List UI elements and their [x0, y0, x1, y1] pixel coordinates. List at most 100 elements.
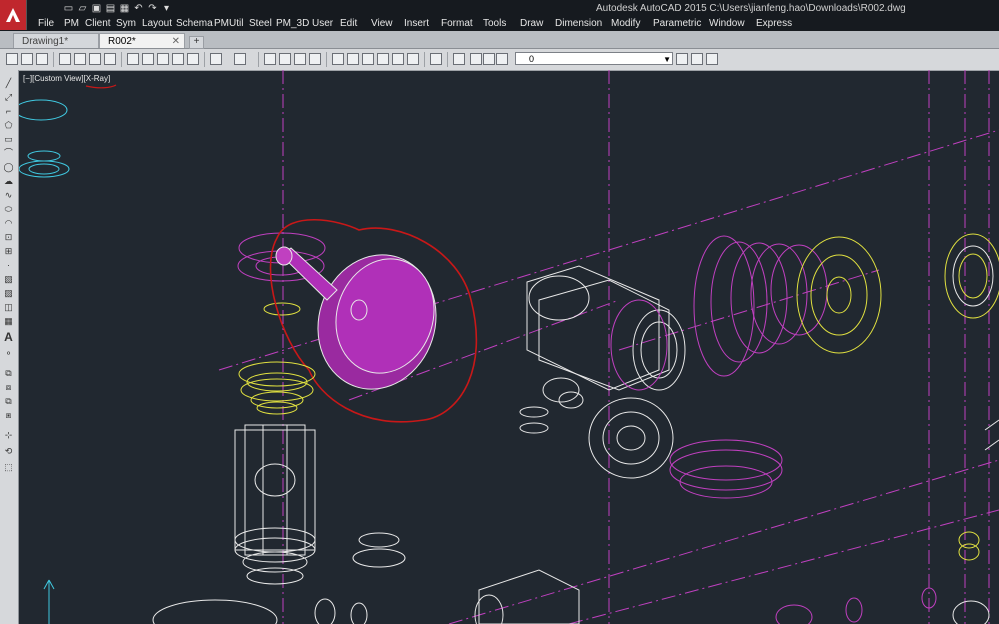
- new-icon[interactable]: [6, 53, 18, 65]
- properties-icon[interactable]: [332, 53, 344, 65]
- make-block-icon[interactable]: ⊞: [3, 246, 14, 256]
- circle-icon[interactable]: ◯: [3, 162, 14, 172]
- region-icon[interactable]: ◫: [3, 302, 14, 312]
- save-icon[interactable]: ▣: [91, 3, 102, 14]
- undo-icon[interactable]: ↶: [133, 3, 144, 14]
- mirror-icon[interactable]: ⧈: [3, 382, 14, 392]
- plot-preview-icon[interactable]: [74, 53, 86, 65]
- zoom-realtime-icon[interactable]: [279, 53, 291, 65]
- menu-tools[interactable]: Tools: [483, 17, 506, 31]
- application-menu-button[interactable]: [0, 0, 27, 30]
- undo-icon[interactable]: [210, 53, 222, 65]
- autocad-logo-icon: [6, 8, 20, 22]
- design-center-icon[interactable]: [347, 53, 359, 65]
- menu-format[interactable]: Format: [441, 17, 473, 31]
- customize-qat-icon[interactable]: ▾: [161, 3, 172, 14]
- menu-pmutil[interactable]: PMUtil: [214, 17, 243, 31]
- move-icon[interactable]: ⊹: [3, 430, 14, 440]
- layer-previous-icon[interactable]: [691, 53, 703, 65]
- new-tab-button[interactable]: +: [189, 36, 204, 49]
- menu-file[interactable]: File: [38, 17, 54, 31]
- construction-line-icon[interactable]: ⤢: [3, 92, 14, 102]
- menu-modify[interactable]: Modify: [611, 17, 640, 31]
- polygon-icon[interactable]: ⬠: [3, 120, 14, 130]
- layer-freeze-icon[interactable]: [483, 53, 495, 65]
- quickcalc-icon[interactable]: [407, 53, 419, 65]
- layer-properties-icon[interactable]: [453, 53, 465, 65]
- publish-icon[interactable]: [89, 53, 101, 65]
- menu-dimension[interactable]: Dimension: [555, 17, 602, 31]
- redo-icon[interactable]: ↷: [147, 3, 158, 14]
- zoom-window-icon[interactable]: [294, 53, 306, 65]
- menu-window[interactable]: Window: [709, 17, 745, 31]
- menu-edit[interactable]: Edit: [340, 17, 357, 31]
- spline-icon[interactable]: ∿: [3, 190, 14, 200]
- polyline-icon[interactable]: ⌐: [3, 106, 14, 116]
- drawing-viewport[interactable]: [−][Custom View][X-Ray]: [19, 70, 999, 624]
- help-icon[interactable]: [430, 53, 442, 65]
- menu-pm3d[interactable]: PM_3D: [276, 17, 309, 31]
- model-space-canvas[interactable]: [19, 70, 999, 624]
- offset-icon[interactable]: ⧉: [3, 396, 14, 406]
- hatch-icon[interactable]: ▧: [3, 274, 14, 284]
- ellipse-icon[interactable]: ⬭: [3, 204, 14, 214]
- viewport-controls-label[interactable]: [−][Custom View][X-Ray]: [23, 74, 110, 83]
- cut-icon[interactable]: [127, 53, 139, 65]
- ellipse-arc-icon[interactable]: ◠: [3, 218, 14, 228]
- menu-express[interactable]: Express: [756, 17, 792, 31]
- menu-client[interactable]: Client: [85, 17, 111, 31]
- tab-drawing1[interactable]: Drawing1*: [13, 33, 99, 48]
- menu-insert[interactable]: Insert: [404, 17, 429, 31]
- layer-state-icon[interactable]: [706, 53, 718, 65]
- menu-pm[interactable]: PM: [64, 17, 79, 31]
- layer-dropdown[interactable]: 0 ▼: [515, 52, 673, 65]
- multiline-text-icon[interactable]: A: [3, 331, 14, 343]
- revision-cloud-icon[interactable]: ☁: [3, 176, 14, 186]
- menu-steel[interactable]: Steel: [249, 17, 272, 31]
- menu-schema[interactable]: Schema: [176, 17, 213, 31]
- redo-icon[interactable]: [234, 53, 246, 65]
- 3d-dwf-icon[interactable]: [104, 53, 116, 65]
- window-title: Autodesk AutoCAD 2015 C:\Users\jianfeng.…: [596, 3, 906, 14]
- menu-view[interactable]: View: [371, 17, 393, 31]
- scale-icon[interactable]: ⬚: [3, 462, 14, 472]
- menu-user[interactable]: User: [312, 17, 333, 31]
- menu-draw[interactable]: Draw: [520, 17, 543, 31]
- pan-icon[interactable]: [264, 53, 276, 65]
- plot-icon[interactable]: [59, 53, 71, 65]
- open-icon[interactable]: [21, 53, 33, 65]
- open-file-icon[interactable]: ▱: [77, 3, 88, 14]
- line-icon[interactable]: ╱: [3, 78, 14, 88]
- print-icon[interactable]: ▦: [119, 3, 130, 14]
- close-icon[interactable]: ✕: [172, 34, 180, 49]
- paste-icon[interactable]: [157, 53, 169, 65]
- zoom-previous-icon[interactable]: [309, 53, 321, 65]
- block-editor-icon[interactable]: [187, 53, 199, 65]
- save-as-icon[interactable]: ▤: [105, 3, 116, 14]
- rectangle-icon[interactable]: ▭: [3, 134, 14, 144]
- array-icon[interactable]: ⧆: [3, 410, 14, 420]
- copy-icon[interactable]: [142, 53, 154, 65]
- insert-block-icon[interactable]: ⊡: [3, 232, 14, 242]
- gradient-icon[interactable]: ▨: [3, 288, 14, 298]
- menu-sym[interactable]: Sym: [116, 17, 136, 31]
- arc-icon[interactable]: ⌒: [3, 148, 14, 158]
- copy-object-icon[interactable]: ⧉: [3, 368, 14, 378]
- table-icon[interactable]: ▦: [3, 316, 14, 326]
- save-icon[interactable]: [36, 53, 48, 65]
- new-file-icon[interactable]: ▭: [63, 3, 74, 14]
- draw-toolbar: ╱ ⤢ ⌐ ⬠ ▭ ⌒ ◯ ☁ ∿ ⬭ ◠ ⊡ ⊞ · ▧ ▨ ◫ ▦ A ⚬ …: [0, 70, 19, 624]
- make-object-layer-current-icon[interactable]: [676, 53, 688, 65]
- add-selected-icon[interactable]: ⚬: [3, 348, 14, 358]
- menu-parametric[interactable]: Parametric: [653, 17, 701, 31]
- tool-palettes-icon[interactable]: [362, 53, 374, 65]
- tab-r002[interactable]: R002* ✕: [99, 33, 185, 48]
- markup-icon[interactable]: [392, 53, 404, 65]
- sheet-set-icon[interactable]: [377, 53, 389, 65]
- layer-lock-icon[interactable]: [496, 53, 508, 65]
- point-icon[interactable]: ·: [3, 260, 14, 270]
- layer-on-icon[interactable]: [470, 53, 482, 65]
- rotate-icon[interactable]: ⟲: [3, 446, 14, 456]
- menu-layout[interactable]: Layout: [142, 17, 172, 31]
- match-properties-icon[interactable]: [172, 53, 184, 65]
